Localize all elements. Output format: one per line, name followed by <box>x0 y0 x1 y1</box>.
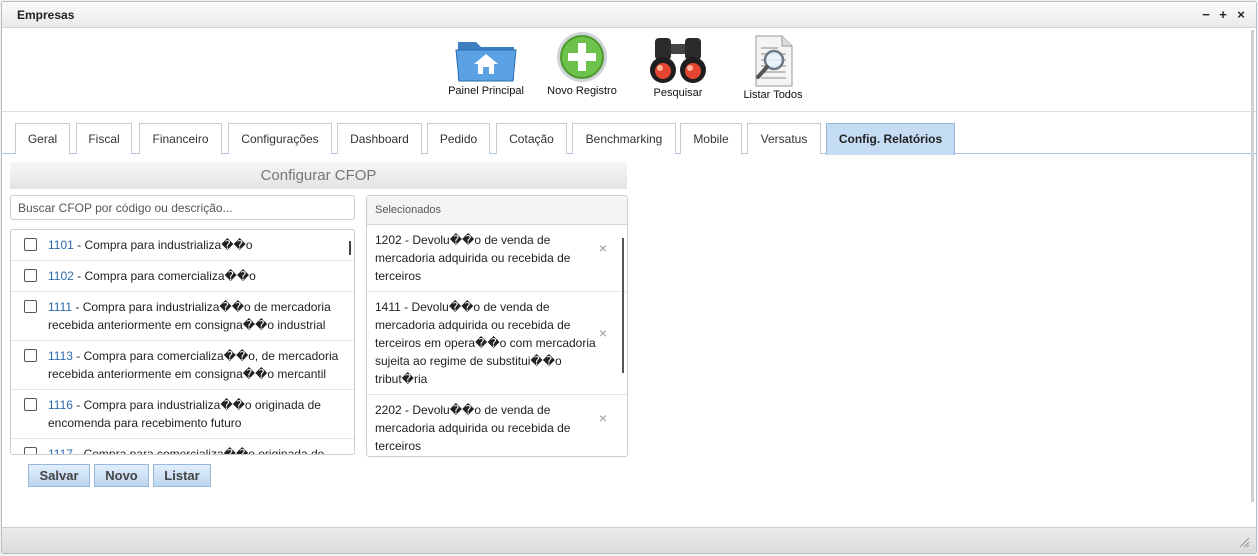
cfop-checkbox[interactable] <box>24 238 37 251</box>
cfop-list-item[interactable]: 1111 - Compra para industrializa��o de m… <box>11 292 354 341</box>
window-scrollbar[interactable] <box>1251 30 1254 502</box>
tab-bar: Geral Fiscal Financeiro Configurações Da… <box>2 120 1256 155</box>
cfop-list-item[interactable]: 1117 - Compra para comercializa��o origi… <box>11 439 354 455</box>
selected-item: 2202 - Devolu��o de venda de mercadoria … <box>367 395 627 456</box>
minimize-button[interactable]: − <box>1199 8 1213 22</box>
cfop-checkbox[interactable] <box>24 300 37 313</box>
binoculars-icon <box>650 38 706 83</box>
cfop-checkbox[interactable] <box>24 269 37 282</box>
pesquisar-label: Pesquisar <box>653 87 703 99</box>
novo-registro-button[interactable]: Novo Registro <box>537 30 627 97</box>
cfop-code: 1111 <box>48 300 73 314</box>
remove-icon[interactable]: × <box>599 239 607 257</box>
cfop-list-item[interactable]: 1116 - Compra para industrializa��o orig… <box>11 390 354 439</box>
cfop-description: - Compra para comercializa��o originada … <box>72 447 325 455</box>
cfop-checkbox[interactable] <box>24 447 37 454</box>
cfop-checkbox[interactable] <box>24 349 37 362</box>
tab-geral[interactable]: Geral <box>15 123 70 154</box>
remove-icon[interactable]: × <box>599 324 607 342</box>
document-magnifier-icon <box>755 35 793 87</box>
tab-configuracoes[interactable]: Configurações <box>228 123 332 154</box>
selected-item-text: 2202 - Devolu��o de venda de mercadoria … <box>375 403 571 453</box>
maximize-button[interactable]: + <box>1216 8 1230 22</box>
tab-cotacao[interactable]: Cotação <box>496 123 567 154</box>
selected-scrollbar[interactable] <box>622 238 624 373</box>
cfop-code: 1116 <box>48 398 73 412</box>
home-folder-icon <box>455 42 517 82</box>
close-button[interactable]: × <box>1234 8 1248 22</box>
empresas-window: Empresas − + × Painel Principal Novo Reg… <box>1 1 1257 554</box>
window-title: Empresas <box>17 8 75 22</box>
resize-grip-icon[interactable] <box>1238 536 1250 548</box>
cfop-description: - Compra para comercializa��o <box>73 269 256 283</box>
selected-item-text: 1202 - Devolu��o de venda de mercadoria … <box>375 233 571 283</box>
painel-principal-label: Painel Principal <box>448 85 524 97</box>
cfop-code: 1117 <box>48 447 73 455</box>
tab-pedido[interactable]: Pedido <box>427 123 490 154</box>
configurar-cfop-title: Configurar CFOP <box>10 162 627 189</box>
cfop-code: 1101 <box>48 238 74 252</box>
cfop-list-item[interactable]: 1113 - Compra para comercializa��o, de m… <box>11 341 354 390</box>
tab-fiscal[interactable]: Fiscal <box>76 123 132 154</box>
selected-item: 1411 - Devolu��o de venda de mercadoria … <box>367 292 627 395</box>
cfop-code: 1113 <box>48 349 73 363</box>
cfop-list-item[interactable]: 1101 - Compra para industrializa��o <box>11 230 354 261</box>
cfop-list-scrollbar[interactable] <box>349 241 351 255</box>
novo-registro-label: Novo Registro <box>547 85 617 97</box>
pesquisar-button[interactable]: Pesquisar <box>633 32 723 99</box>
cfop-list-item[interactable]: 1102 - Compra para comercializa��o <box>11 261 354 292</box>
cfop-description: - Compra para comercializa��o, de mercad… <box>48 349 339 381</box>
cfop-checkbox[interactable] <box>24 398 37 411</box>
selected-header: Selecionados <box>367 196 627 225</box>
tab-benchmarking[interactable]: Benchmarking <box>572 123 676 154</box>
painel-principal-button[interactable]: Painel Principal <box>441 32 531 97</box>
toolbar: Painel Principal Novo Registro Pesquisar… <box>2 28 1256 112</box>
tab-dashboard[interactable]: Dashboard <box>337 123 422 154</box>
tab-versatus[interactable]: Versatus <box>747 123 821 154</box>
title-bar: Empresas − + × <box>2 2 1256 28</box>
selected-item: 1202 - Devolu��o de venda de mercadoria … <box>367 225 627 292</box>
tab-financeiro[interactable]: Financeiro <box>139 123 222 154</box>
add-plus-icon <box>557 32 607 82</box>
cfop-search-input[interactable] <box>10 195 355 220</box>
cfop-description: - Compra para industrializa��o <box>73 238 253 252</box>
cfop-description: - Compra para industrializa��o de mercad… <box>48 300 331 332</box>
cfop-description: - Compra para industrializa��o originada… <box>48 398 321 430</box>
tab-mobile[interactable]: Mobile <box>680 123 742 154</box>
tab-config-relatorios[interactable]: Config. Relatórios <box>826 123 955 155</box>
salvar-button[interactable]: Salvar <box>28 464 90 487</box>
novo-button[interactable]: Novo <box>94 464 149 487</box>
selected-item-text: 1411 - Devolu��o de venda de mercadoria … <box>375 300 596 386</box>
listar-todos-label: Listar Todos <box>743 89 803 101</box>
listar-todos-button[interactable]: Listar Todos <box>728 34 818 101</box>
cfop-code: 1102 <box>48 269 74 283</box>
selected-cfop-panel: Selecionados 1202 - Devolu��o de venda d… <box>366 195 628 457</box>
cfop-list: 1101 - Compra para industrializa��o 1102… <box>10 229 355 455</box>
listar-button[interactable]: Listar <box>153 464 211 487</box>
remove-icon[interactable]: × <box>599 409 607 427</box>
status-bar <box>2 527 1256 553</box>
